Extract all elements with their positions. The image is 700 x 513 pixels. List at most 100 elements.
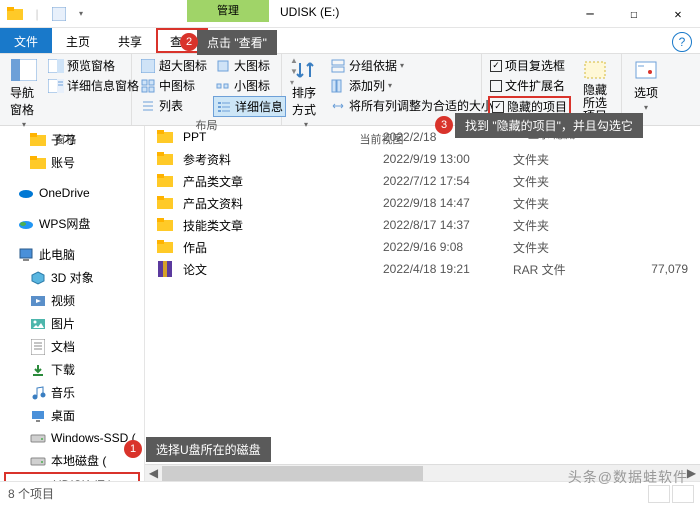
navigation-pane[interactable]: 子刁账号 OneDrive WPS网盘此电脑3D 对象视频图片文档下载音乐桌面Win… xyxy=(0,126,145,481)
nav-item-11[interactable]: 文档 xyxy=(0,335,144,358)
menu-bar: 文件 主页 共享 查看 ? xyxy=(0,28,700,54)
ribbon-group-panes: 导航窗格 预览窗格 详细信息窗格 窗格 xyxy=(0,54,132,125)
wps-icon xyxy=(18,216,34,232)
nav-item-16[interactable]: 本地磁盘 ( xyxy=(0,449,144,472)
nav-item-12[interactable]: 下载 xyxy=(0,358,144,381)
file-extensions-toggle[interactable]: 文件扩展名 xyxy=(488,76,571,95)
nav-item-10[interactable]: 图片 xyxy=(0,312,144,335)
fit-col-icon xyxy=(330,98,346,114)
file-list[interactable]: PPT2022/2/18参考资料2022/9/19 13:00文件夹产品类文章2… xyxy=(145,126,700,481)
layout-medium[interactable]: 中图标 xyxy=(138,76,209,95)
details-pane-icon xyxy=(48,78,64,94)
checkbox-icon xyxy=(492,101,504,113)
hide-icon xyxy=(581,58,609,82)
tab-share[interactable]: 共享 xyxy=(104,28,156,53)
preview-pane-button[interactable]: 预览窗格 xyxy=(46,56,141,75)
minimize-button[interactable]: ─ xyxy=(568,0,612,28)
nav-item-8[interactable]: 3D 对象 xyxy=(0,266,144,289)
annotation-number-3: 3 xyxy=(435,116,453,134)
nav-item-14[interactable]: 桌面 xyxy=(0,404,144,427)
scroll-left-icon[interactable]: ◀ xyxy=(145,465,162,482)
help-button[interactable]: ? xyxy=(672,32,692,52)
file-row[interactable]: 作品2022/9/16 9:08文件夹 xyxy=(145,236,700,258)
folder-icon xyxy=(155,238,175,256)
music-icon xyxy=(30,385,46,401)
add-col-icon xyxy=(330,78,346,94)
nav-item-15[interactable]: Windows-SSD ( xyxy=(0,427,144,449)
layout-list[interactable]: 列表 xyxy=(138,96,209,115)
nav-item-1[interactable]: 账号 xyxy=(0,151,144,174)
scrollbar-thumb[interactable] xyxy=(162,466,423,481)
onedrive-icon xyxy=(18,185,34,201)
view-large-button[interactable] xyxy=(672,485,694,503)
folder-icon xyxy=(6,5,24,23)
file-row[interactable]: 产品文资料2022/9/18 14:47文件夹 xyxy=(145,192,700,214)
video-icon xyxy=(30,293,46,309)
content-area: 子刁账号 OneDrive WPS网盘此电脑3D 对象视频图片文档下载音乐桌面Win… xyxy=(0,126,700,481)
nav-item-17[interactable]: UDISK (E:) xyxy=(4,472,140,481)
nav-item-7[interactable]: 此电脑 xyxy=(0,243,144,266)
nav-item-9[interactable]: 视频 xyxy=(0,289,144,312)
file-row[interactable]: 技能类文章2022/8/17 14:37文件夹 xyxy=(145,214,700,236)
3d-icon xyxy=(30,270,46,286)
check-icon[interactable] xyxy=(50,5,68,23)
window-title: UDISK (E:) xyxy=(280,5,339,19)
desk-icon xyxy=(30,408,46,424)
group-by-button[interactable]: 分组依据 xyxy=(328,56,495,75)
pc-icon xyxy=(18,247,34,263)
view-details-button[interactable] xyxy=(648,485,670,503)
nav-pane-icon xyxy=(10,58,38,82)
file-row[interactable]: 参考资料2022/9/19 13:00文件夹 xyxy=(145,148,700,170)
checkbox-icon xyxy=(490,80,502,92)
maximize-button[interactable]: ☐ xyxy=(612,0,656,28)
nav-item-0[interactable]: 子刁 xyxy=(0,128,144,151)
layout-small[interactable]: 小图标 xyxy=(213,76,286,95)
checkbox-icon xyxy=(490,60,502,72)
small-icons-icon xyxy=(215,78,231,94)
annotation-number-2: 2 xyxy=(180,33,198,51)
options-icon xyxy=(632,58,660,82)
layout-xlarge[interactable]: 超大图标 xyxy=(138,56,209,75)
details-pane-button[interactable]: 详细信息窗格 xyxy=(46,76,141,95)
nav-pane-button[interactable]: 导航窗格 xyxy=(6,56,42,131)
file-row[interactable]: 产品类文章2022/7/12 17:54文件夹 xyxy=(145,170,700,192)
file-row[interactable]: 论文2022/4/18 19:21RAR 文件77,079 xyxy=(145,258,700,280)
tab-file[interactable]: 文件 xyxy=(0,28,52,53)
annotation-number-1: 1 xyxy=(124,440,142,458)
layout-large[interactable]: 大图标 xyxy=(213,56,286,75)
folder-icon xyxy=(30,155,46,171)
qat-dropdown-icon[interactable] xyxy=(72,5,90,23)
ribbon-group-currentview: 排序方式 分组依据 添加列 将所有列调整为合适的大小 当前视图 xyxy=(282,54,482,125)
folder-icon xyxy=(155,194,175,212)
sort-icon xyxy=(292,58,320,82)
drive-icon xyxy=(30,430,46,446)
nav-item-13[interactable]: 音乐 xyxy=(0,381,144,404)
rar-icon xyxy=(155,260,175,278)
options-button[interactable]: 选项 xyxy=(628,56,664,114)
nav-item-3[interactable]: OneDrive xyxy=(0,182,144,204)
large-icons-icon xyxy=(215,58,231,74)
dl-icon xyxy=(30,362,46,378)
add-columns-button[interactable]: 添加列 xyxy=(328,76,495,95)
watermark: 头条@数据蛙软件 xyxy=(568,467,688,487)
sort-button[interactable]: 排序方式 xyxy=(288,56,324,131)
pic-icon xyxy=(30,316,46,332)
layout-details[interactable]: 详细信息 xyxy=(213,96,286,117)
item-checkboxes-toggle[interactable]: 项目复选框 xyxy=(488,56,571,75)
tab-home[interactable]: 主页 xyxy=(52,28,104,53)
group-icon xyxy=(330,58,346,74)
xlarge-icons-icon xyxy=(140,58,156,74)
close-button[interactable]: ✕ xyxy=(656,0,700,28)
annotation-callout-2: 点击 "查看" xyxy=(197,30,277,55)
item-count: 8 个项目 xyxy=(8,485,54,502)
contextual-tab[interactable]: 管理 xyxy=(187,0,269,22)
folder-icon xyxy=(155,172,175,190)
folder-icon xyxy=(155,150,175,168)
folder-icon xyxy=(30,132,46,148)
separator-icon: | xyxy=(28,5,46,23)
nav-item-5[interactable]: WPS网盘 xyxy=(0,212,144,235)
ribbon-group-layout: 超大图标 中图标 列表 大图标 小图标 详细信息 ▲ ▼ ▾ 布局 xyxy=(132,54,282,125)
annotation-callout-1: 选择U盘所在的磁盘 xyxy=(146,437,271,462)
quick-access-toolbar: | xyxy=(0,5,90,23)
annotation-callout-3: 找到 "隐藏的项目"，并且勾选它 xyxy=(455,113,643,138)
